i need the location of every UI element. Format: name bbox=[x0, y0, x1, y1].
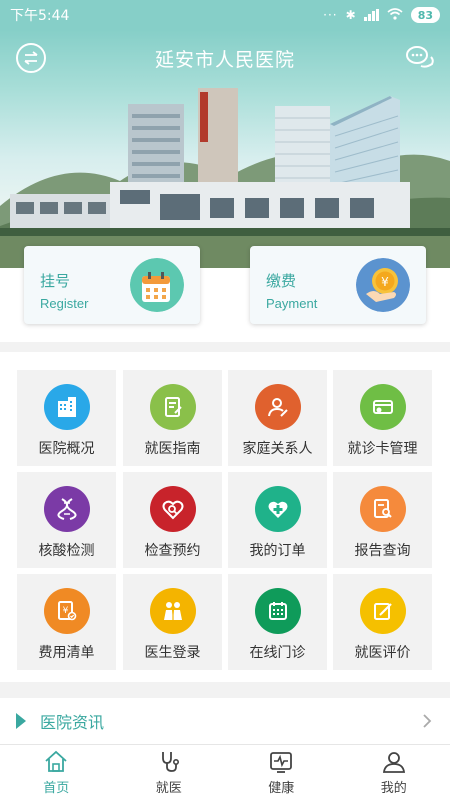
calendar-icon bbox=[254, 588, 301, 634]
switch-hospital-button[interactable] bbox=[16, 43, 46, 73]
register-label-en: Register bbox=[40, 296, 89, 311]
payment-label-en: Payment bbox=[266, 296, 318, 311]
status-bar: 下午5:44 ··· ✱ 83 bbox=[0, 0, 450, 30]
grid-label: 我的订单 bbox=[249, 543, 306, 559]
grid-item-doctor-login[interactable]: 医生登录 bbox=[123, 574, 222, 670]
grid-item-nucleic-test[interactable]: 核酸检测 bbox=[17, 472, 116, 568]
chat-icon bbox=[406, 46, 434, 68]
grid-item-exam-booking[interactable]: 检查预约 bbox=[123, 472, 222, 568]
wifi-icon bbox=[387, 7, 403, 23]
guide-icon bbox=[149, 384, 196, 430]
bottom-tab-bar: 首页 就医 健康 我的 bbox=[0, 744, 450, 800]
grid-label: 就医评价 bbox=[354, 645, 411, 661]
doctor-icon bbox=[149, 588, 196, 634]
news-title: 医院资讯 bbox=[40, 713, 105, 732]
service-grid: 医院概况 就医指南 家庭关系人 就诊卡管理 核酸检测 检查预约 我的订单 报告查… bbox=[0, 352, 450, 682]
tab-medical[interactable]: 就医 bbox=[113, 745, 226, 800]
grid-item-online-clinic[interactable]: 在线门诊 bbox=[228, 574, 327, 670]
fee-list-icon: ¥ bbox=[43, 588, 90, 634]
grid-item-report-query[interactable]: 报告查询 bbox=[333, 472, 432, 568]
signal-icon bbox=[363, 9, 379, 21]
payment-label: 缴费 bbox=[266, 272, 297, 290]
grid-label: 报告查询 bbox=[354, 543, 411, 559]
battery-indicator: 83 bbox=[410, 7, 440, 23]
swap-icon bbox=[24, 51, 38, 65]
tab-label: 首页 bbox=[43, 780, 70, 796]
register-card[interactable]: 挂号 Register bbox=[24, 246, 200, 324]
grid-item-fee-list[interactable]: ¥ 费用清单 bbox=[17, 574, 116, 670]
grid-label: 在线门诊 bbox=[249, 645, 306, 661]
user-icon bbox=[382, 751, 405, 773]
triangle-marker-icon bbox=[16, 713, 26, 729]
grid-label: 核酸检测 bbox=[38, 543, 95, 559]
grid-item-my-orders[interactable]: 我的订单 bbox=[228, 472, 327, 568]
heart-search-icon bbox=[149, 486, 196, 532]
health-monitor-icon bbox=[270, 751, 293, 773]
tab-label: 健康 bbox=[268, 780, 295, 796]
medical-cross-icon bbox=[254, 486, 301, 532]
edit-icon bbox=[359, 588, 406, 634]
card-icon bbox=[359, 384, 406, 430]
grid-item-guide[interactable]: 就医指南 bbox=[123, 370, 222, 466]
dna-icon bbox=[43, 486, 90, 532]
more-icon: ··· bbox=[323, 8, 338, 22]
bluetooth-icon: ✱ bbox=[345, 8, 356, 22]
quick-actions: 挂号 Register 缴费 Payment ¥ bbox=[0, 240, 450, 340]
tab-health[interactable]: 健康 bbox=[225, 745, 338, 800]
grid-label: 费用清单 bbox=[38, 645, 95, 661]
status-icons: ··· ✱ 83 bbox=[323, 7, 440, 23]
svg-text:¥: ¥ bbox=[381, 275, 389, 289]
hospital-news-bar[interactable]: 医院资讯 bbox=[0, 698, 450, 744]
svg-text:¥: ¥ bbox=[62, 606, 68, 616]
grid-label: 检查预约 bbox=[144, 543, 201, 559]
page-title: 延安市人民医院 bbox=[154, 48, 295, 71]
grid-label: 医院概况 bbox=[38, 441, 95, 457]
home-icon bbox=[45, 750, 67, 772]
calendar-icon bbox=[130, 258, 184, 312]
message-button[interactable] bbox=[404, 42, 436, 74]
grid-label: 家庭关系人 bbox=[242, 441, 313, 457]
chevron-right-icon bbox=[423, 714, 432, 728]
grid-item-family-contacts[interactable]: 家庭关系人 bbox=[228, 370, 327, 466]
grid-label: 医生登录 bbox=[144, 645, 201, 661]
person-edit-icon bbox=[254, 384, 301, 430]
stethoscope-icon bbox=[161, 751, 179, 772]
report-search-icon bbox=[359, 486, 406, 532]
tab-home[interactable]: 首页 bbox=[0, 745, 113, 800]
tab-label: 我的 bbox=[380, 780, 407, 796]
grid-item-evaluation[interactable]: 就医评价 bbox=[333, 574, 432, 670]
grid-item-hospital-overview[interactable]: 医院概况 bbox=[17, 370, 116, 466]
coin-hand-icon: ¥ bbox=[356, 258, 410, 312]
payment-card[interactable]: 缴费 Payment ¥ bbox=[250, 246, 426, 324]
grid-label: 就诊卡管理 bbox=[347, 441, 418, 457]
tab-mine[interactable]: 我的 bbox=[338, 745, 450, 800]
building-icon bbox=[43, 384, 90, 430]
register-label: 挂号 bbox=[40, 272, 71, 290]
grid-item-card-management[interactable]: 就诊卡管理 bbox=[333, 370, 432, 466]
status-time: 下午5:44 bbox=[10, 8, 70, 24]
grid-label: 就医指南 bbox=[144, 441, 201, 457]
app-header: 延安市人民医院 bbox=[0, 30, 450, 86]
tab-label: 就医 bbox=[155, 780, 182, 796]
